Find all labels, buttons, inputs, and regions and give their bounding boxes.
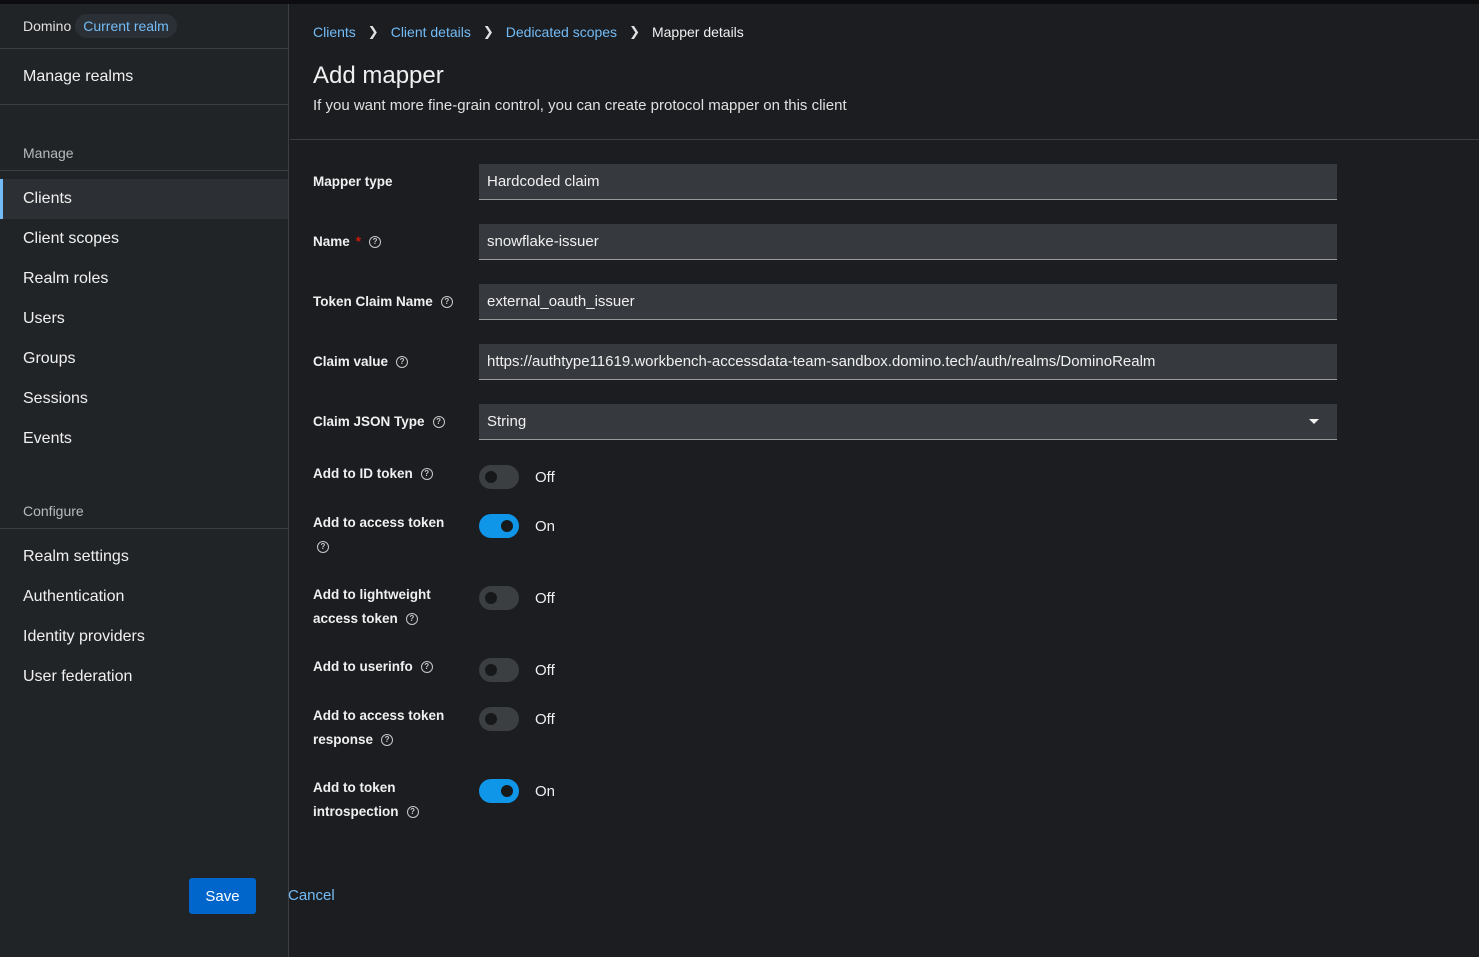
breadcrumb: Clients ❯ Client details ❯ Dedicated sco… bbox=[313, 4, 1479, 60]
breadcrumb-clients[interactable]: Clients bbox=[313, 24, 356, 40]
sidebar-item-events[interactable]: Events bbox=[0, 419, 288, 459]
switch-state: Off bbox=[535, 710, 555, 728]
caret-down-icon bbox=[1309, 419, 1319, 424]
current-realm-badge: Current realm bbox=[75, 14, 177, 38]
sidebar-item-sessions[interactable]: Sessions bbox=[0, 379, 288, 419]
name-input[interactable]: snowflake-issuer bbox=[479, 224, 1337, 260]
sidebar: Domino Current realm Manage realms Manag… bbox=[0, 4, 289, 957]
configure-nav: Realm settings Authentication Identity p… bbox=[0, 529, 288, 697]
token-claim-name-input[interactable]: external_oauth_issuer bbox=[479, 284, 1337, 320]
add-to-id-token-label: Add to ID token? bbox=[313, 462, 433, 486]
switch-knob bbox=[501, 785, 513, 797]
sidebar-item-clients[interactable]: Clients bbox=[0, 179, 288, 219]
switch-state: Off bbox=[535, 589, 555, 607]
add-to-token-introspection-label: Add to token introspection? bbox=[313, 776, 419, 824]
realm-selector[interactable]: Domino Current realm bbox=[0, 4, 288, 49]
help-icon[interactable]: ? bbox=[406, 806, 419, 819]
page-header: Clients ❯ Client details ❯ Dedicated sco… bbox=[290, 4, 1479, 140]
help-icon[interactable]: ? bbox=[420, 468, 433, 481]
switch-state: On bbox=[535, 782, 556, 800]
manage-section-title: Manage bbox=[0, 135, 288, 171]
chevron-right-icon: ❯ bbox=[367, 24, 379, 39]
add-to-token-introspection-switch[interactable] bbox=[479, 779, 519, 803]
claim-json-type-label: Claim JSON Type? bbox=[313, 410, 445, 434]
breadcrumb-client-details[interactable]: Client details bbox=[391, 24, 471, 40]
help-icon[interactable]: ? bbox=[440, 296, 453, 309]
realm-name: Domino bbox=[23, 18, 72, 34]
help-icon[interactable]: ? bbox=[381, 734, 394, 747]
page-title: Add mapper bbox=[313, 62, 444, 89]
claim-value-input[interactable]: https://authtype11619.workbench-accessda… bbox=[479, 344, 1337, 380]
breadcrumb-dedicated-scopes[interactable]: Dedicated scopes bbox=[506, 24, 617, 40]
sidebar-item-groups[interactable]: Groups bbox=[0, 339, 288, 379]
claim-json-type-select[interactable]: String bbox=[479, 404, 1337, 440]
sidebar-item-identity-providers[interactable]: Identity providers bbox=[0, 617, 288, 657]
help-icon[interactable]: ? bbox=[396, 356, 409, 369]
help-icon[interactable]: ? bbox=[317, 541, 329, 554]
sidebar-item-realm-roles[interactable]: Realm roles bbox=[0, 259, 288, 299]
switch-knob bbox=[485, 471, 497, 483]
help-icon[interactable]: ? bbox=[420, 661, 433, 674]
manage-nav: Clients Client scopes Realm roles Users … bbox=[0, 171, 288, 459]
claim-json-type-value: String bbox=[487, 413, 527, 430]
name-label: Name *? bbox=[313, 230, 382, 254]
sidebar-item-user-federation[interactable]: User federation bbox=[0, 657, 288, 697]
add-to-token-introspection-switch-row: On bbox=[479, 779, 555, 803]
sidebar-item-authentication[interactable]: Authentication bbox=[0, 577, 288, 617]
add-to-lightweight-access-token-label: Add to lightweight access token? bbox=[313, 587, 431, 626]
switch-knob bbox=[485, 664, 497, 676]
claim-value-label: Claim value? bbox=[313, 350, 409, 374]
add-to-access-token-label: Add to access token? bbox=[313, 515, 445, 554]
mapper-type-field: Hardcoded claim bbox=[479, 164, 1337, 200]
cancel-button[interactable]: Cancel bbox=[288, 878, 335, 914]
switch-state: On bbox=[535, 517, 556, 535]
add-to-lightweight-access-token-switch-row: Off bbox=[479, 586, 555, 610]
chevron-right-icon: ❯ bbox=[629, 24, 640, 39]
manage-realms-link[interactable]: Manage realms bbox=[0, 49, 288, 105]
switch-state: Off bbox=[535, 468, 555, 486]
main-content: Clients ❯ Client details ❯ Dedicated sco… bbox=[290, 4, 1479, 957]
add-to-userinfo-switch-row: Off bbox=[479, 658, 555, 682]
add-to-access-token-response-label: Add to access token response? bbox=[313, 708, 445, 747]
add-to-lightweight-access-token-switch[interactable] bbox=[479, 586, 519, 610]
help-icon[interactable]: ? bbox=[369, 236, 382, 249]
switch-knob bbox=[485, 713, 497, 725]
add-to-access-token-switch-row: On bbox=[479, 514, 555, 538]
configure-section-title: Configure bbox=[0, 493, 288, 529]
mapper-form: Mapper type Hardcoded claim Name *? snowf… bbox=[290, 140, 1479, 957]
switch-knob bbox=[501, 520, 513, 532]
add-to-id-token-switch-row: Off bbox=[479, 465, 555, 489]
required-indicator: * bbox=[355, 234, 362, 249]
token-claim-name-label: Token Claim Name? bbox=[313, 290, 453, 314]
add-to-userinfo-switch[interactable] bbox=[479, 658, 519, 682]
chevron-right-icon: ❯ bbox=[482, 24, 494, 39]
add-to-id-token-switch[interactable] bbox=[479, 465, 519, 489]
mapper-type-label: Mapper type bbox=[313, 174, 393, 189]
add-to-access-token-response-switch[interactable] bbox=[479, 707, 519, 731]
add-to-userinfo-label: Add to userinfo? bbox=[313, 655, 433, 679]
breadcrumb-mapper-details: Mapper details bbox=[651, 24, 744, 40]
help-icon[interactable]: ? bbox=[405, 613, 418, 626]
help-icon[interactable]: ? bbox=[432, 416, 445, 429]
switch-state: Off bbox=[535, 661, 555, 679]
save-button[interactable]: Save bbox=[189, 878, 256, 914]
add-to-access-token-switch[interactable] bbox=[479, 514, 519, 538]
sidebar-item-users[interactable]: Users bbox=[0, 299, 288, 339]
add-to-access-token-response-switch-row: Off bbox=[479, 707, 555, 731]
sidebar-item-realm-settings[interactable]: Realm settings bbox=[0, 537, 288, 577]
page-description: If you want more fine-grain control, you… bbox=[313, 97, 847, 114]
sidebar-item-client-scopes[interactable]: Client scopes bbox=[0, 219, 288, 259]
switch-knob bbox=[485, 592, 497, 604]
